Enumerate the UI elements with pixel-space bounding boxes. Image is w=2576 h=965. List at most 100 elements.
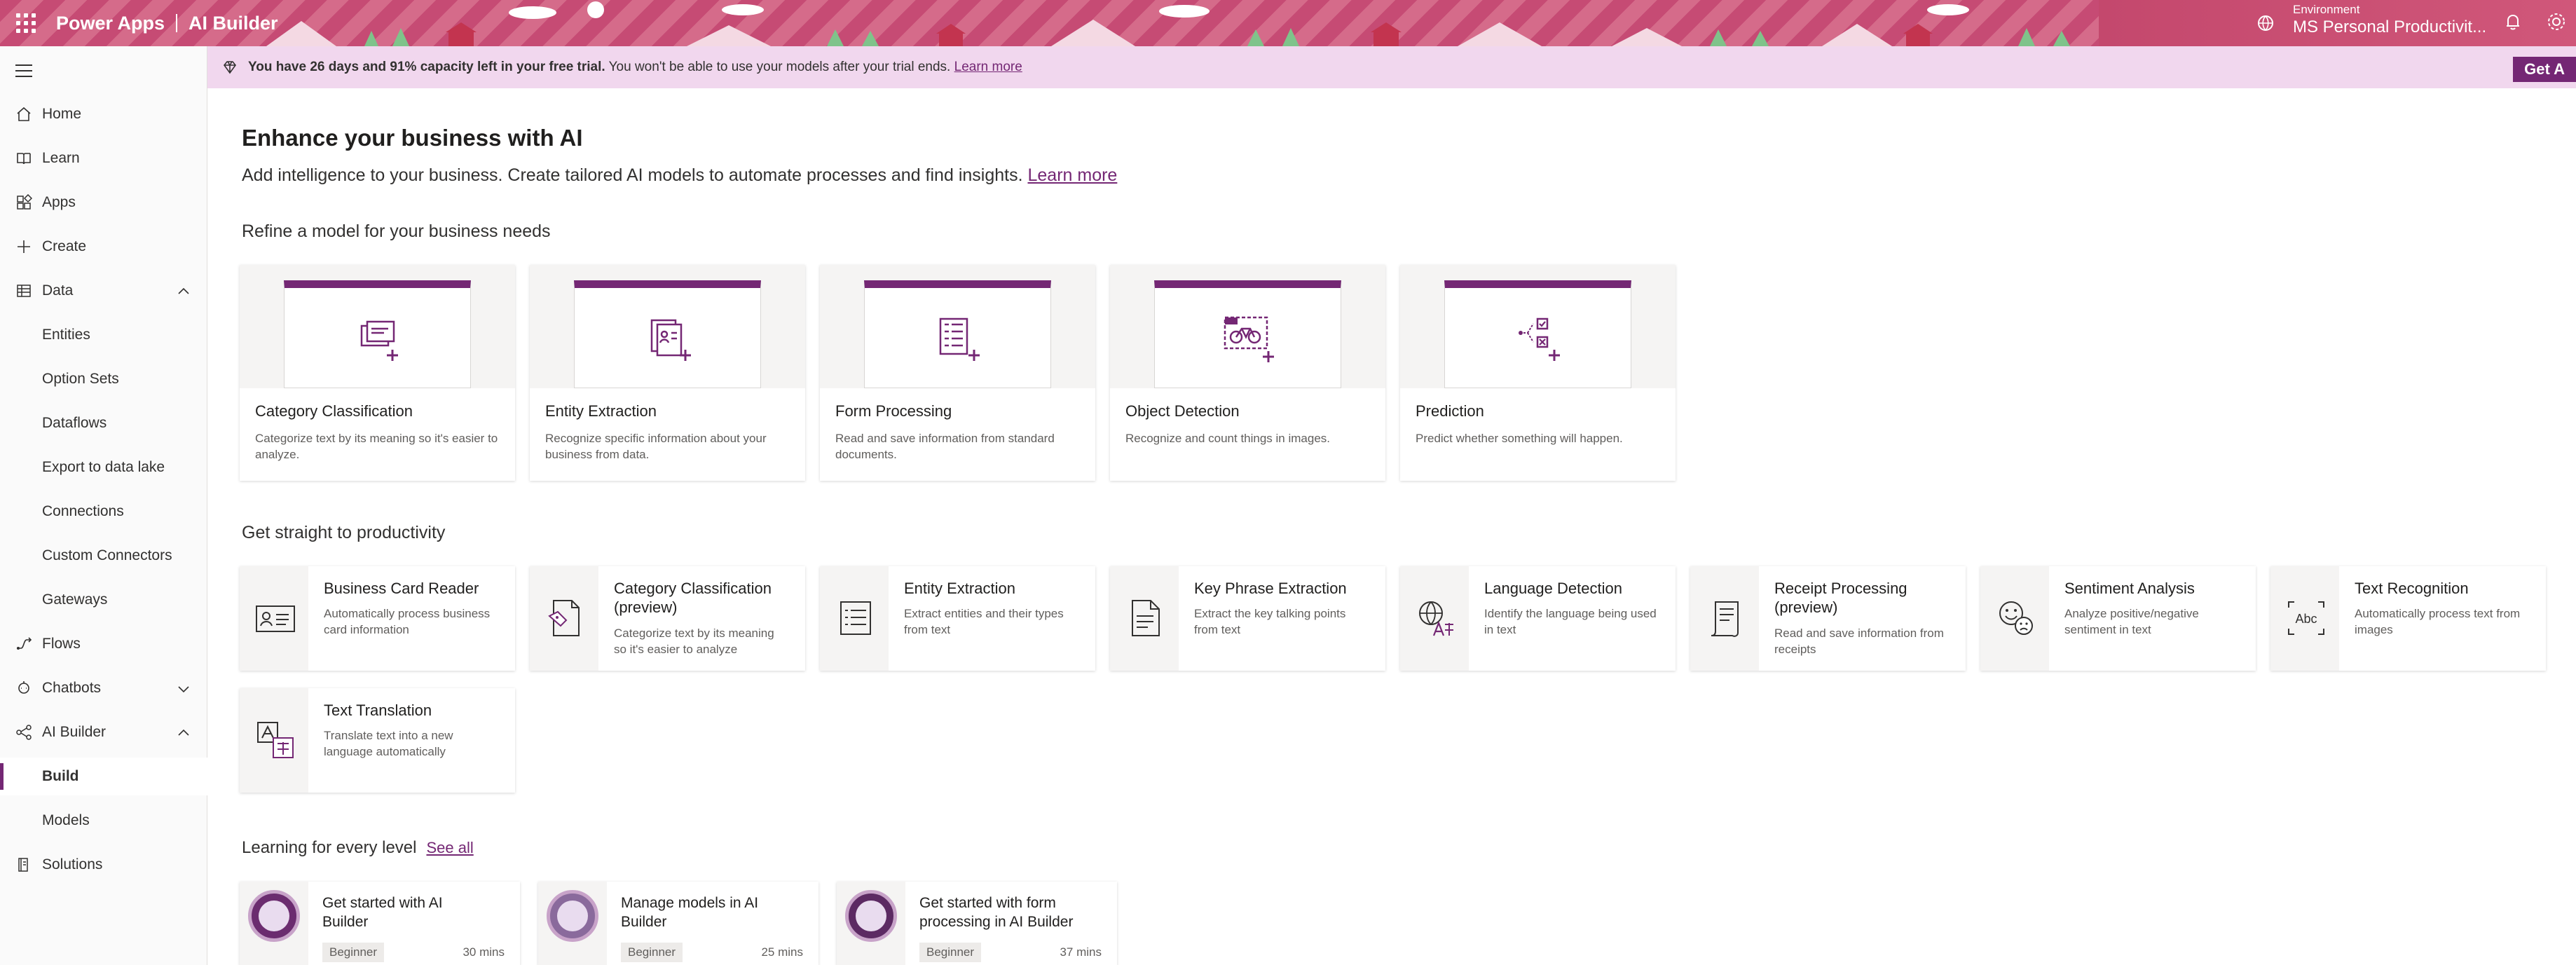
nav-entities[interactable]: Entities [0,316,207,354]
learning-card[interactable]: Manage models in AI Builder Beginner 25 … [538,882,818,965]
prebuilt-card-receipt-processing[interactable]: Receipt Processing (preview) Read and sa… [1690,566,1966,671]
notifications-icon[interactable] [2502,11,2523,32]
environment-icon [2258,15,2273,31]
prebuilt-card-business-card-reader[interactable]: Business Card Reader Automatically proce… [240,566,515,671]
model-card-object-detection[interactable]: Object Detection Recognize and count thi… [1110,265,1385,481]
trial-note: You won't be able to use your models aft… [605,60,954,74]
diamond-icon [223,61,237,74]
nav-label: Option Sets [42,371,119,387]
nav-learn[interactable]: Learn [0,139,207,177]
chevron-up-icon[interactable] [177,285,191,299]
learn-more-link[interactable]: Learn more [1027,165,1117,185]
app-name[interactable]: Power Apps [56,13,165,34]
model-card-category-classification[interactable]: Category Classification Categorize text … [240,265,515,481]
model-card-prediction[interactable]: Prediction Predict whether something wil… [1400,265,1676,481]
trial-status: You have 26 days and 91% capacity left i… [248,60,605,74]
prebuilt-card-entity-extraction[interactable]: Entity Extraction Extract entities and t… [820,566,1095,671]
prebuilt-card-text-recognition[interactable]: Abc Text Recognition Automatically proce… [2270,566,2546,671]
nav-create[interactable]: Create [0,228,207,266]
card-title: Key Phrase Extraction [1194,580,1347,597]
nav-apps[interactable]: Apps [0,184,207,221]
nav-data[interactable]: Data [0,272,207,310]
nav-home[interactable]: Home [0,95,207,133]
prebuilt-card-text-translation[interactable]: Text Translation Translate text into a n… [240,688,515,793]
chevron-down-icon[interactable] [177,682,191,696]
card-title: Receipt Processing (preview) [1774,580,1907,616]
prebuilt-card-sentiment-analysis[interactable]: Sentiment Analysis Analyze positive/nega… [1980,566,2256,671]
learning-heading: Learning for every level [242,838,417,857]
solutions-icon [18,858,28,872]
nav-label: Connections [42,503,124,519]
plus-icon [18,240,30,253]
nav-connections[interactable]: Connections [0,493,207,531]
entity-extraction-icon [650,319,691,361]
header-decoration [266,1,2070,46]
card-title: Form Processing [835,402,952,420]
card-description: Extract the key talking points from text [1194,607,1346,636]
nav-chatbots[interactable]: Chatbots [0,669,207,707]
card-title: Entity Extraction [545,402,657,420]
card-thumbnail [820,265,1095,388]
nav-ai-builder[interactable]: AI Builder [0,713,207,751]
settings-icon[interactable] [2546,11,2567,32]
nav-label: Learn [42,150,80,166]
card-description: Automatically process business card info… [324,607,491,636]
card-description: Recognize specific information about you… [545,432,767,461]
nav-export-to-data-lake[interactable]: Export to data lake [0,449,207,486]
nav-flows[interactable]: Flows [0,625,207,663]
card-icon-area: Abc [2270,566,2339,671]
nav-label: Export to data lake [42,459,165,475]
learning-card[interactable]: Get started with AI Builder Beginner 30 … [240,882,520,965]
card-description: Translate text into a new language autom… [324,729,453,758]
card-title: Category Classification (preview) [614,580,772,616]
card-title: Object Detection [1125,402,1240,420]
prediction-icon [1519,317,1560,361]
nav-build[interactable]: Build [0,758,207,795]
level-badge: Beginner [322,943,385,962]
nav-option-sets[interactable]: Option Sets [0,360,207,398]
nav-gateways[interactable]: Gateways [0,581,207,619]
prebuilt-card-language-detection[interactable]: Language Detection Identify the language… [1400,566,1676,671]
trial-learn-more-link[interactable]: Learn more [954,60,1022,74]
card-icon-area [1980,566,2049,671]
card-title: Category Classification [255,402,413,420]
nav-label: Entities [42,327,90,343]
model-card-entity-extraction[interactable]: Entity Extraction Recognize specific inf… [530,265,805,481]
learning-heading-row: Learning for every level See all [242,838,474,858]
trial-banner: You have 26 days and 91% capacity left i… [207,46,2576,88]
nav-models[interactable]: Models [0,802,207,840]
nav-label: Solutions [42,856,103,872]
card-description: Identify the language being used in text [1484,607,1657,636]
learning-card[interactable]: Get started with form processing in AI B… [837,882,1117,965]
book-icon [17,153,31,165]
nav-custom-connectors[interactable]: Custom Connectors [0,537,207,575]
nav-solutions[interactable]: Solutions [0,846,207,884]
top-header: Power Apps AI Builder Environment MS Per… [0,0,2576,46]
nav-label: Create [42,238,87,254]
prebuilt-card-category-classification[interactable]: Category Classification (preview) Catego… [530,566,805,671]
hamburger-menu-icon[interactable] [15,64,32,77]
app-launcher-icon[interactable] [13,10,38,35]
nav-label: AI Builder [42,724,107,740]
prebuilt-card-key-phrase-extraction[interactable]: Key Phrase Extraction Extract the key ta… [1110,566,1385,671]
learning-title: Get started with AI Builder [322,895,443,930]
chatbot-icon [18,681,29,694]
nav-label: Gateways [42,591,108,608]
category-classification-icon [360,320,398,361]
chevron-up-icon[interactable] [177,726,191,740]
card-icon-area [530,566,598,671]
see-all-link[interactable]: See all [426,839,473,856]
page-title: Enhance your business with AI [242,125,583,151]
card-thumbnail [1110,265,1385,388]
card-frame [864,280,1051,388]
get-license-button[interactable]: Get A [2513,57,2576,82]
svg-text:Abc: Abc [2295,612,2317,626]
learning-badge-icon [547,890,598,942]
nav-dataflows[interactable]: Dataflows [0,404,207,442]
model-card-form-processing[interactable]: Form Processing Read and save informatio… [820,265,1095,481]
productivity-heading: Get straight to productivity [242,523,446,542]
environment-picker[interactable]: MS Personal Productivit... [2293,18,2486,37]
card-description: Read and save information from receipts [1774,627,1944,656]
card-frame [284,280,471,388]
nav-label: Chatbots [42,680,102,696]
